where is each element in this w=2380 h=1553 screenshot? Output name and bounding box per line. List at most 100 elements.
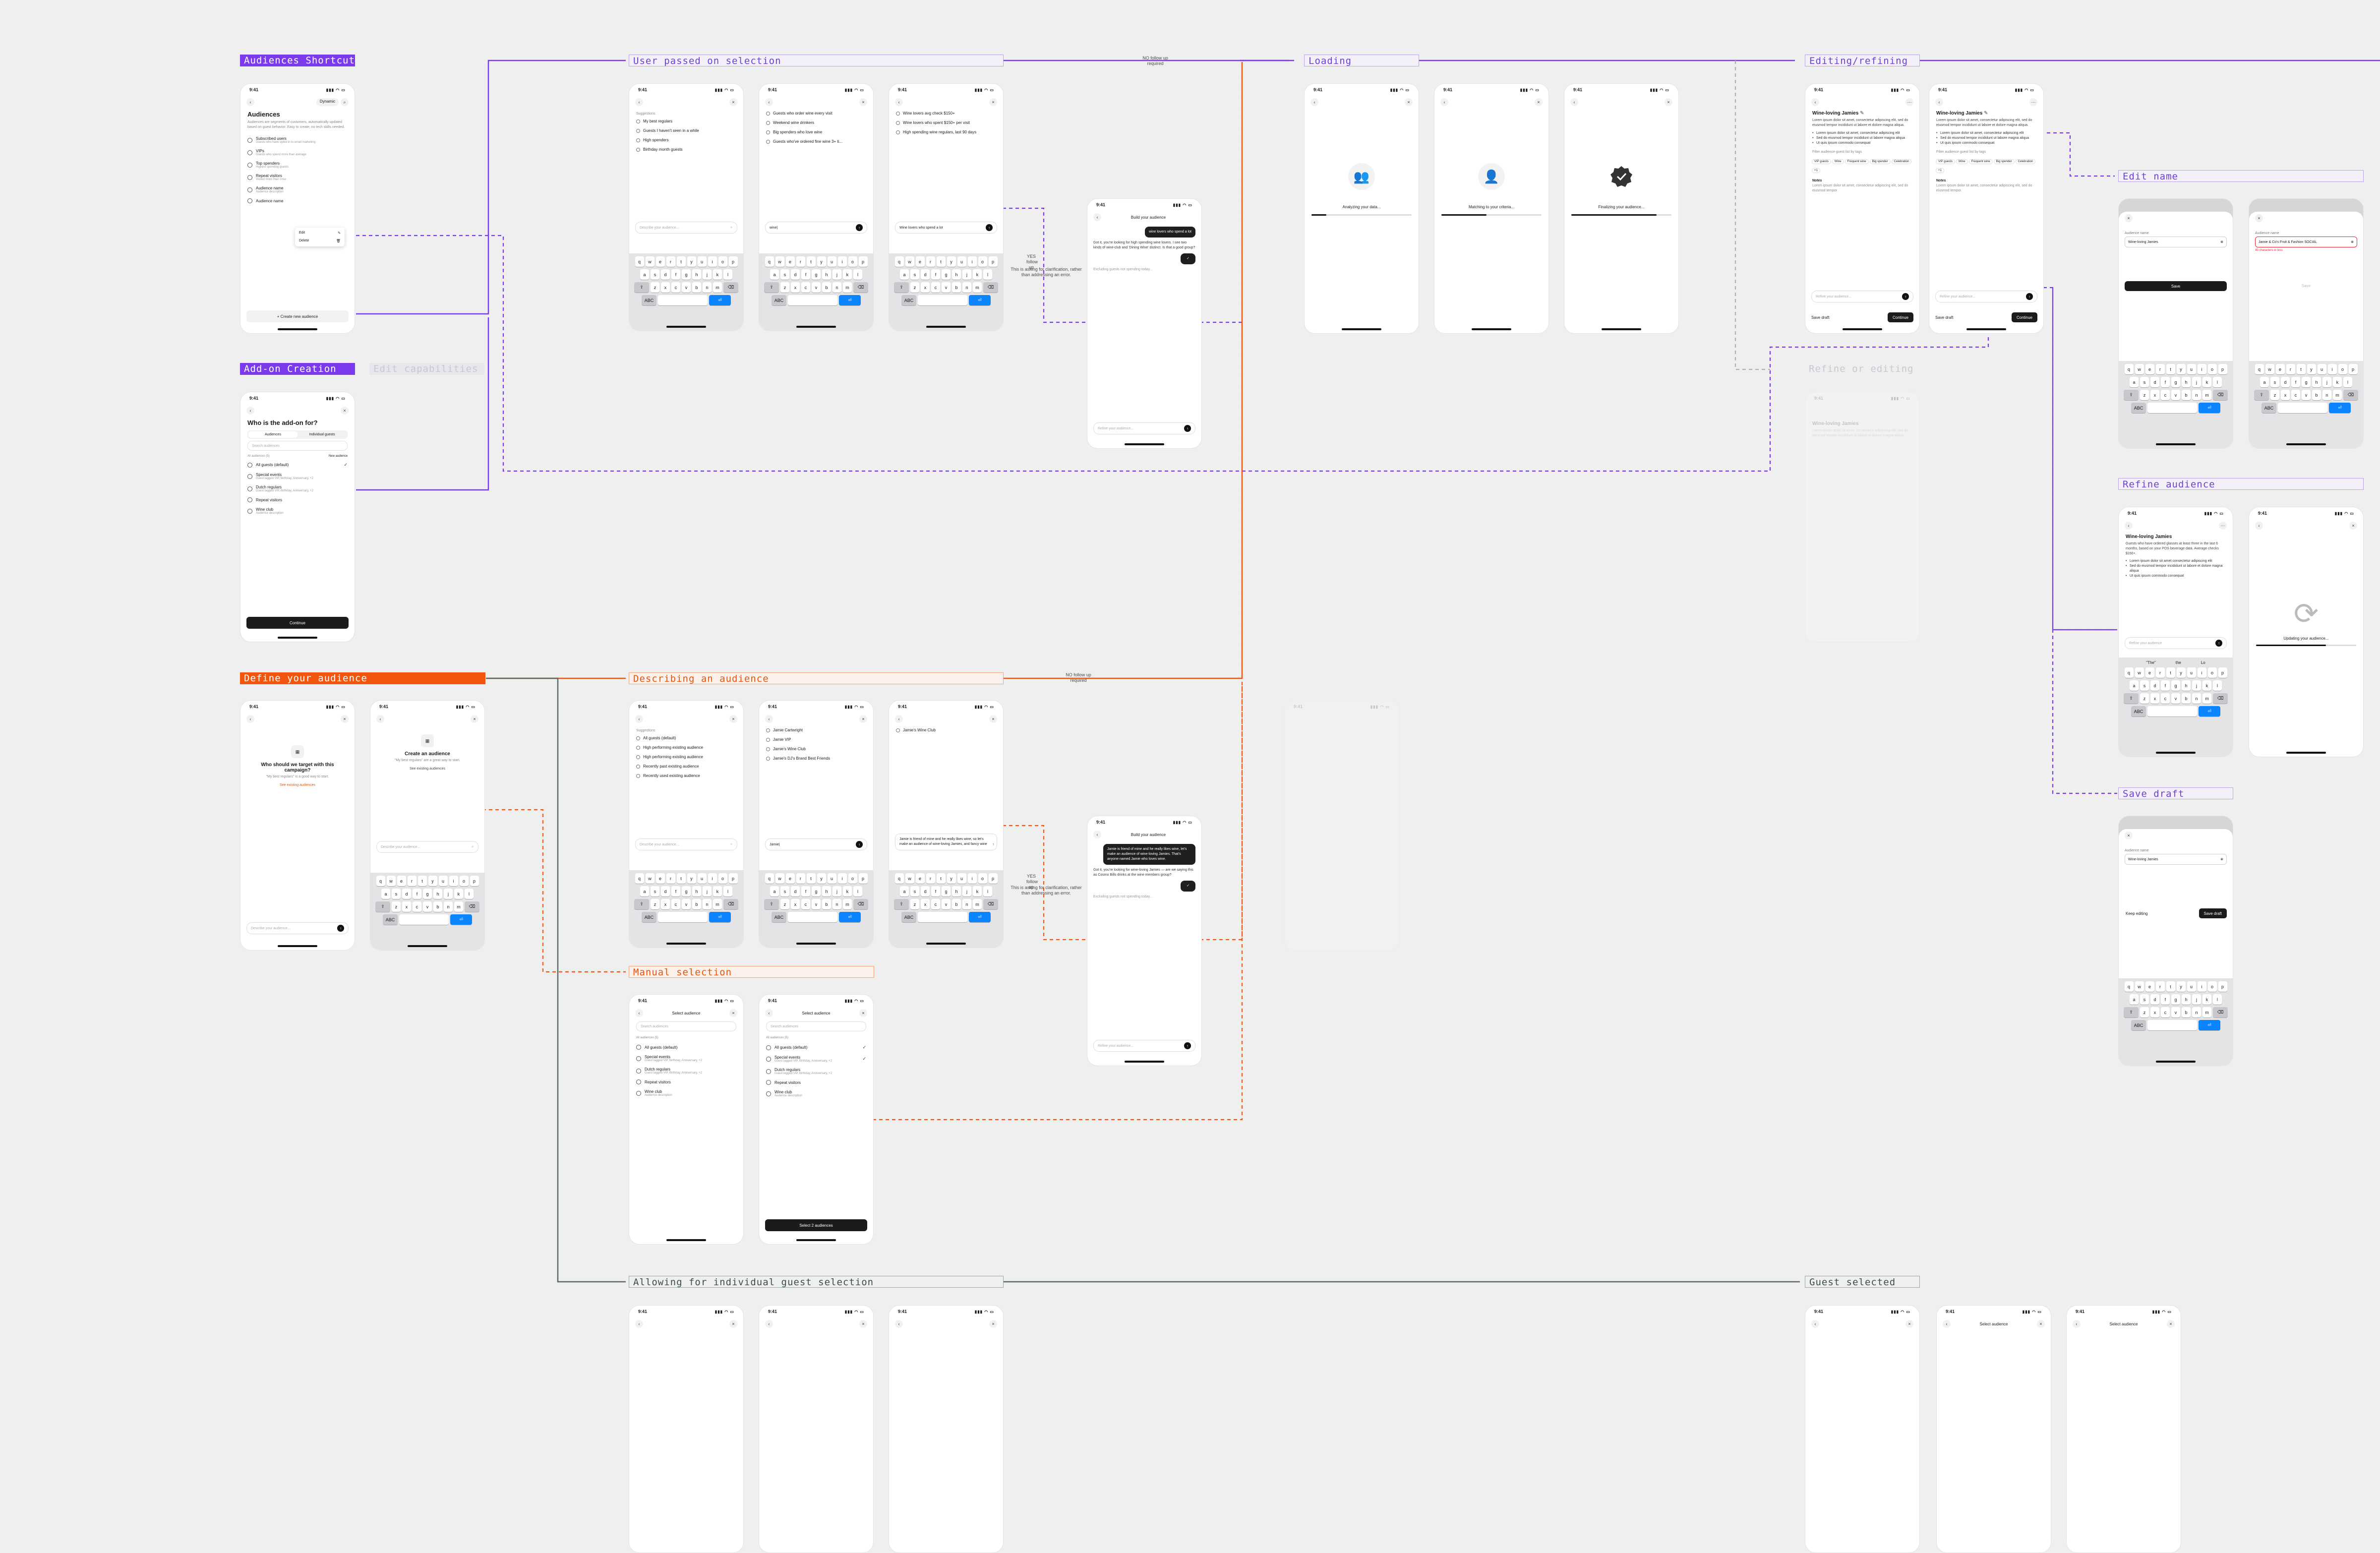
back-icon[interactable]: ‹ xyxy=(635,1320,643,1328)
suggestion-item[interactable]: High spending wine regulars, last 90 day… xyxy=(889,127,1003,137)
audience-option[interactable]: Special events Guest tagged VIP, Birthday… xyxy=(240,470,355,482)
keyboard[interactable]: qwertyuiop asdfghjkl ⇧ z x c v b n m ⌫ ABC ⏎ xyxy=(2249,361,2363,448)
back-icon[interactable]: ‹ xyxy=(895,715,903,723)
back-icon[interactable]: ‹ xyxy=(376,715,384,723)
back-icon[interactable]: ‹ xyxy=(895,1320,903,1328)
close-icon[interactable]: × xyxy=(989,98,997,106)
audience-option[interactable]: All guests (default) xyxy=(629,1042,743,1052)
back-icon[interactable]: ‹ xyxy=(1093,831,1101,838)
send-icon[interactable]: ↑ xyxy=(1902,293,1909,300)
suggestion-item[interactable]: Jamie Cartwright xyxy=(759,725,873,735)
close-icon[interactable]: × xyxy=(859,1009,867,1017)
audience-option[interactable]: Wine club Audience description xyxy=(629,1087,743,1099)
suggestion-item[interactable]: High performing existing audience xyxy=(629,743,743,752)
back-icon[interactable]: ‹ xyxy=(2125,522,2133,530)
suggestion-item[interactable]: Birthday month guests xyxy=(629,145,743,154)
more-icon[interactable]: ⋯ xyxy=(2029,98,2037,106)
tab-audiences[interactable]: Audiences xyxy=(248,431,298,438)
close-icon[interactable]: × xyxy=(989,1320,997,1328)
suggestion-item[interactable]: High performing existing audience xyxy=(629,752,743,762)
audience-option[interactable]: All guests (default) ✓ xyxy=(240,460,355,470)
send-icon[interactable]: ↑ xyxy=(986,224,993,231)
clear-icon[interactable]: ⊗ xyxy=(2220,240,2223,244)
back-icon[interactable]: ‹ xyxy=(635,1009,643,1017)
close-icon[interactable]: × xyxy=(2167,1320,2175,1328)
suggestion-item[interactable]: All guests (default) xyxy=(629,733,743,743)
suggestion-item[interactable]: Guests who order wine every visit xyxy=(759,109,873,118)
back-icon[interactable]: ‹ xyxy=(1811,1320,1819,1328)
see-existing-link[interactable]: See existing audiences xyxy=(280,783,315,787)
audience-option[interactable]: Repeat visitors xyxy=(629,1077,743,1087)
audience-name-input[interactable]: Jamie & Co's Fruit & Fashion SOCIAL ⊗ xyxy=(2255,237,2357,247)
close-icon[interactable]: × xyxy=(1405,98,1413,106)
describe-input[interactable]: wine| ↑ xyxy=(765,222,867,234)
save-draft-button[interactable]: Save draft xyxy=(2199,908,2227,918)
refine-input[interactable]: Refine your audience... ↑ xyxy=(1093,422,1195,434)
close-icon[interactable]: × xyxy=(729,1320,737,1328)
describe-input[interactable]: Jamie| ↑ xyxy=(765,838,867,850)
send-icon[interactable]: ↑ xyxy=(2026,293,2033,300)
send-icon[interactable]: ↑ xyxy=(993,842,995,847)
describe-input[interactable]: Jamie is friend of mine and he really li… xyxy=(895,834,997,850)
save-draft-button[interactable]: Save draft xyxy=(1811,315,1829,320)
save-button[interactable]: Save xyxy=(2125,281,2227,291)
edit-pencil-icon[interactable]: ✎ xyxy=(1984,111,1988,116)
back-icon[interactable]: ‹ xyxy=(246,407,254,415)
create-audience-button[interactable]: + Create new audience xyxy=(246,310,349,322)
send-icon[interactable]: ↑ xyxy=(2215,640,2222,647)
clear-icon[interactable]: ⊗ xyxy=(2220,857,2223,861)
send-icon[interactable]: ↑ xyxy=(856,224,863,231)
close-icon[interactable]: × xyxy=(989,715,997,723)
close-icon[interactable]: × xyxy=(859,1320,867,1328)
send-icon[interactable]: ↑ xyxy=(856,841,863,848)
describe-input[interactable]: Describe your audience... ✧ xyxy=(635,838,737,850)
suggestion-item[interactable]: My best regulars xyxy=(629,117,743,126)
save-draft-button[interactable]: Save draft xyxy=(1935,315,1953,320)
close-icon[interactable]: × xyxy=(341,407,349,415)
keyboard[interactable]: "The" the Lo qwertyuiop asdfghjkl ⇧ z x c v b n m… xyxy=(2119,657,2233,757)
audience-option[interactable]: Wine club Audience description xyxy=(240,505,355,517)
search-icon[interactable]: ⌕ xyxy=(341,98,349,106)
back-icon[interactable]: ‹ xyxy=(1570,98,1578,106)
tab-individual-guests[interactable]: Individual guests xyxy=(298,431,347,438)
keyboard[interactable]: qwertyuiop asdfghjkl ⇧ z x c v b n m ⌫ ABC ⏎ xyxy=(2119,361,2233,448)
more-icon[interactable]: ⋯ xyxy=(2219,522,2227,530)
close-icon[interactable]: × xyxy=(2125,214,2133,222)
suggestion-item[interactable]: Recently past existing audience xyxy=(629,762,743,771)
describe-input[interactable]: Describe your audience... ↑ xyxy=(246,922,349,934)
keyboard[interactable]: qwertyuiop asdfghjkl ⇧ z x c v b n m ⌫ ABC ⏎ xyxy=(629,870,743,948)
suggestion-item[interactable]: Recently used existing audience xyxy=(629,771,743,780)
refine-input[interactable]: Refine your audience... ↑ xyxy=(1935,291,2037,302)
dynamic-pill[interactable]: Dynamic xyxy=(316,98,339,106)
select-audiences-button[interactable]: Select 2 audiences xyxy=(765,1219,867,1231)
audience-row[interactable]: Repeat visitors Visited more than once xyxy=(240,171,355,183)
close-icon[interactable]: × xyxy=(2349,522,2357,530)
close-icon[interactable]: × xyxy=(2037,1320,2045,1328)
audience-option[interactable]: Dutch regulars Guest tagged VIP, Birthday… xyxy=(629,1065,743,1077)
back-icon[interactable]: ‹ xyxy=(635,715,643,723)
audience-option[interactable]: Special events Guest tagged VIP, Birthday… xyxy=(759,1053,873,1065)
close-icon[interactable]: × xyxy=(2125,832,2133,839)
back-icon[interactable]: ‹ xyxy=(895,98,903,106)
back-icon[interactable]: ‹ xyxy=(635,98,643,106)
audience-option[interactable]: All guests (default) ✓ xyxy=(759,1042,873,1053)
mic-icon[interactable]: ✧ xyxy=(730,226,733,230)
suggestion-item[interactable]: Wine lovers avg check $150+ xyxy=(889,109,1003,118)
back-icon[interactable]: ‹ xyxy=(1943,1320,1951,1328)
back-icon[interactable]: ‹ xyxy=(1935,98,1943,106)
audience-option[interactable]: Repeat visitors xyxy=(759,1077,873,1087)
mic-icon[interactable]: ✧ xyxy=(730,842,733,846)
close-icon[interactable]: × xyxy=(859,715,867,723)
close-icon[interactable]: × xyxy=(729,98,737,106)
keep-editing-button[interactable]: Keep editing xyxy=(2126,911,2147,916)
suggestion-item[interactable]: Weekend wine drinkers xyxy=(759,118,873,127)
back-icon[interactable]: ‹ xyxy=(765,1320,773,1328)
suggestion-item[interactable]: Jamie's Wine Club xyxy=(889,725,1003,735)
continue-button[interactable]: Continue xyxy=(2011,312,2037,322)
suggestion-item[interactable]: Guests I haven't seen in a while xyxy=(629,126,743,135)
audience-row[interactable]: Top spenders Highest spending guests xyxy=(240,159,355,171)
back-icon[interactable]: ‹ xyxy=(246,98,254,106)
close-icon[interactable]: × xyxy=(1905,1320,1913,1328)
keyboard[interactable]: qwertyuiop asdfghjkl ⇧ z x c v b n m ⌫ ABC ⏎ xyxy=(889,870,1003,948)
audience-row[interactable]: VIPs Guests who spend more than average xyxy=(240,146,355,159)
